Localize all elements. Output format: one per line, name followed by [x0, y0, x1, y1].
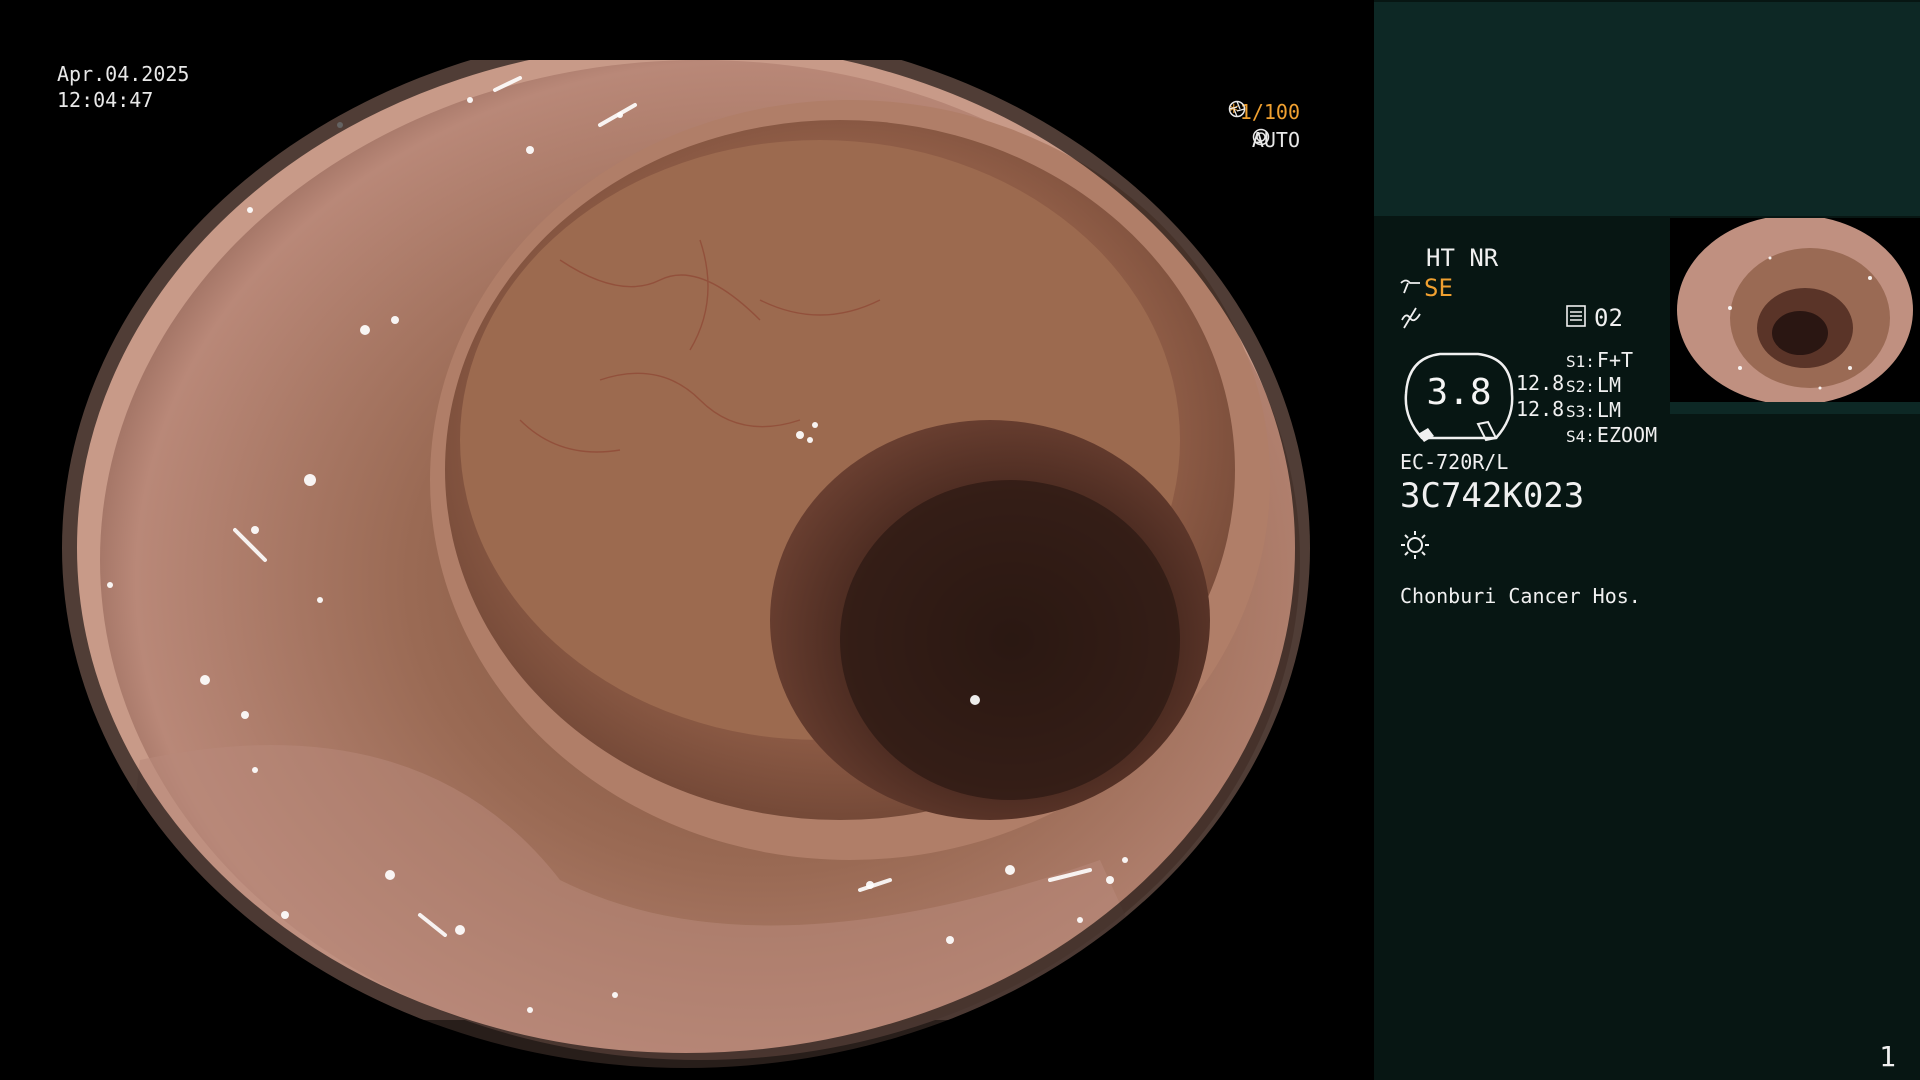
- exposure-mode-indicator: AUTO: [1252, 128, 1320, 152]
- switch-key: S2:: [1566, 377, 1595, 396]
- enhance-label: SE: [1424, 274, 1453, 302]
- memory-indicator: 02: [1566, 304, 1623, 332]
- scope-model: EC-720R/L: [1400, 450, 1509, 474]
- switch-value: LM: [1596, 398, 1621, 422]
- memo-icon: [1566, 305, 1586, 331]
- switch-row: S2: LM: [1566, 373, 1621, 397]
- processing-mode: HT NR: [1426, 244, 1499, 272]
- exam-time: 12:04:47: [57, 88, 154, 112]
- panel-header: [1374, 2, 1920, 216]
- thumbnail-caption-bar: [1670, 402, 1920, 414]
- switch-key: S3:: [1566, 402, 1595, 421]
- switch-row: S3: LM: [1566, 398, 1621, 422]
- switch-key: S1:: [1566, 352, 1595, 371]
- sun-icon: [1400, 530, 1430, 564]
- scope-serial: 3C742K023: [1400, 476, 1585, 516]
- endoscopic-view: Apr.04.2025 12:04:47 *1/100 AUTO: [0, 0, 1374, 1080]
- thumbnail-preview[interactable]: [1670, 218, 1920, 402]
- info-panel: HT NR SE 02 3.8 12.8 12.8 S1: F+T S2: LM…: [1374, 0, 1920, 1080]
- thumbnail-image: [1670, 218, 1920, 402]
- gauge-value: 3.8: [1426, 372, 1492, 413]
- switch-value: EZOOM: [1596, 423, 1658, 447]
- switch-value: F+T: [1596, 348, 1634, 372]
- target-icon: [1252, 128, 1320, 149]
- enhance-indicator: SE: [1400, 274, 1453, 302]
- switch-row: S4: EZOOM: [1566, 423, 1657, 447]
- switch-row: S1: F+T: [1566, 348, 1633, 372]
- value-top: 12.8: [1516, 371, 1565, 395]
- hospital-name: Chonburi Cancer Hos.: [1400, 584, 1641, 608]
- wave-filter-icon: [1400, 306, 1422, 334]
- exam-date: Apr.04.2025: [57, 62, 190, 86]
- value-bottom: 12.8: [1516, 397, 1565, 421]
- switch-value: LM: [1596, 373, 1621, 397]
- switch-key: S4:: [1566, 427, 1595, 446]
- endoscopy-screen: Apr.04.2025 12:04:47 *1/100 AUTO HT NR S…: [0, 0, 1920, 1080]
- page-number: 1: [1879, 1040, 1896, 1073]
- shutter-speed-indicator: *1/100: [1228, 100, 1320, 124]
- aperture-icon: [1228, 100, 1320, 121]
- memory-number: 02: [1594, 304, 1623, 332]
- enhance-icon: [1400, 277, 1422, 299]
- endoscopic-image: [0, 0, 1374, 1080]
